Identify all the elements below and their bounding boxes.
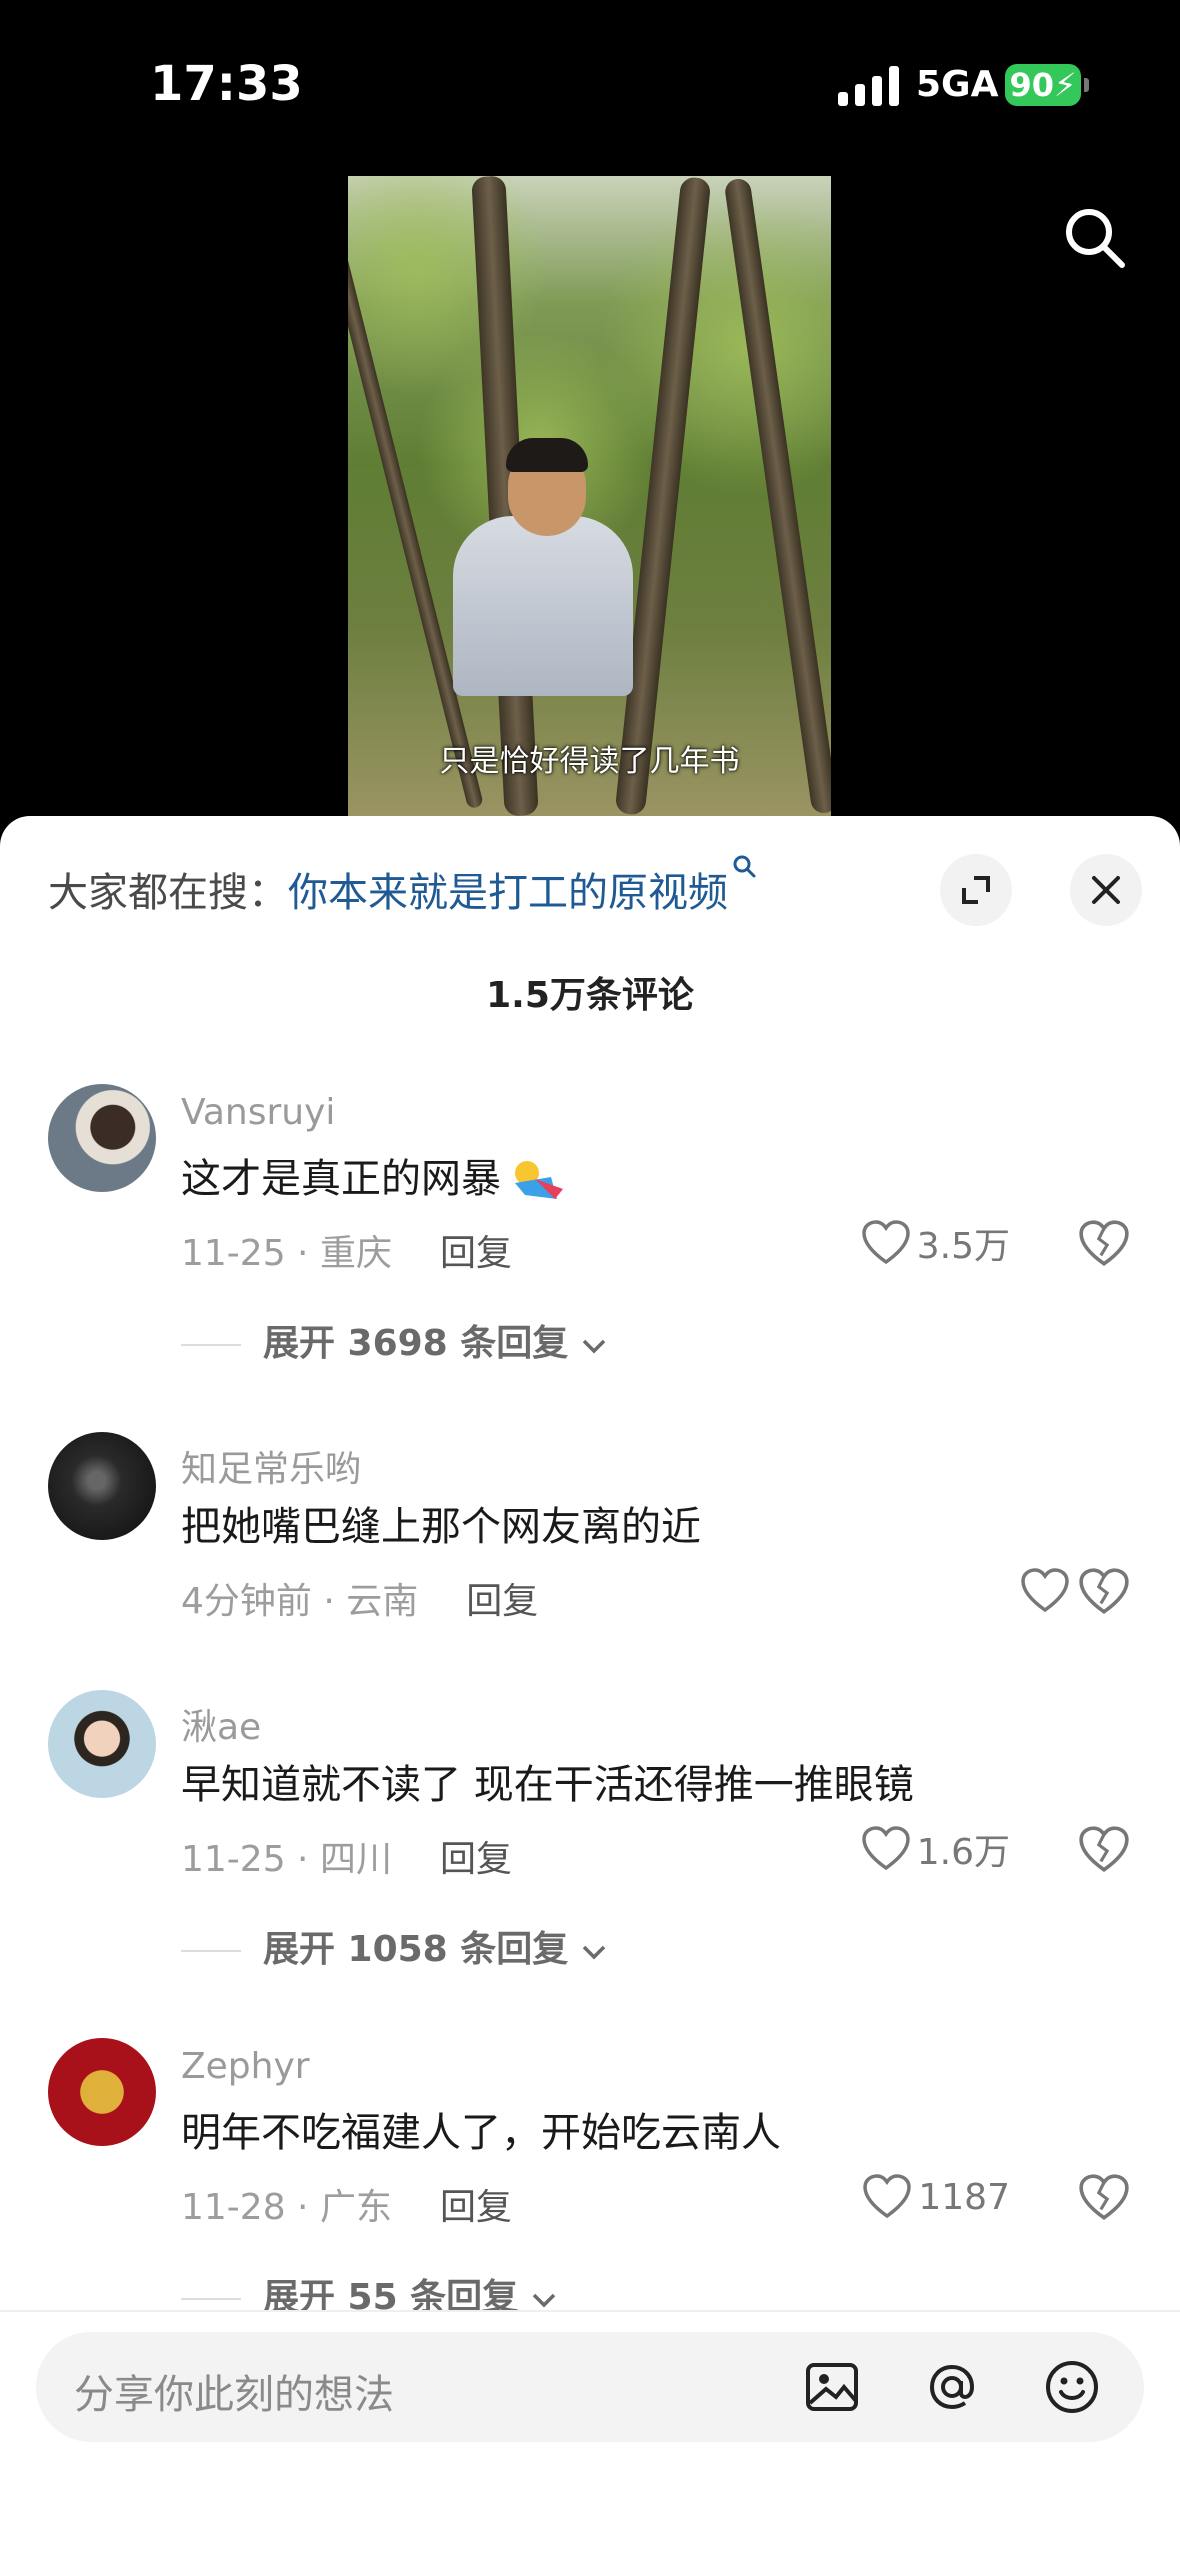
chevron-down-icon xyxy=(532,2293,555,2308)
broken-heart-icon[interactable] xyxy=(1078,1566,1130,1618)
comment-text: 明年不吃福建人了，开始吃云南人 xyxy=(181,2110,781,2156)
comment-username[interactable]: Vansruyi xyxy=(181,1092,335,1133)
person-figure xyxy=(453,516,633,696)
heart-icon xyxy=(1021,1568,1069,1613)
reply-button[interactable]: 回复 xyxy=(466,1581,538,1622)
comment-item: Zephyr 明年不吃福建人了，开始吃云南人 11-28 · 广东 回复 1187… xyxy=(0,2038,1180,2338)
image-icon[interactable] xyxy=(802,2357,862,2417)
heart-icon xyxy=(863,2174,912,2219)
comment-text: 早知道就不读了 现在干活还得推一推眼镜 xyxy=(181,1762,914,1808)
broken-heart-icon[interactable] xyxy=(1078,1218,1130,1270)
broken-heart-icon[interactable] xyxy=(1078,1824,1130,1876)
comment-username[interactable]: Zephyr xyxy=(181,2046,310,2087)
suggestion-label: 大家都在搜： xyxy=(48,870,288,916)
avatar[interactable] xyxy=(48,2038,156,2146)
small-search-icon xyxy=(733,855,756,878)
search-icon[interactable] xyxy=(1060,203,1130,273)
comment-meta: 11-25 · 四川 回复 xyxy=(181,1839,512,1880)
like-button[interactable]: 3.5万 xyxy=(861,1216,1010,1270)
video-player[interactable]: 只是恰好得读了几年书 xyxy=(348,176,831,816)
comment-meta: 11-25 · 重庆 回复 xyxy=(181,1233,512,1274)
like-count: 1.6万 xyxy=(916,1832,1010,1873)
signal-icon xyxy=(838,66,900,106)
expand-replies[interactable]: 展开 3698 条回复 xyxy=(181,1314,607,1366)
suggestion-query[interactable]: 你本来就是打工的原视频 xyxy=(288,870,728,916)
comment-item: 湫ae 早知道就不读了 现在干活还得推一推眼镜 11-25 · 四川 回复 1.6… xyxy=(0,1690,1180,1990)
comment-meta: 4分钟前 · 云南 回复 xyxy=(181,1581,539,1622)
like-count: 1187 xyxy=(918,2176,1010,2218)
broken-heart-icon[interactable] xyxy=(1078,2172,1130,2224)
comments-count: 1.5万条评论 xyxy=(486,975,694,1016)
video-caption: 只是恰好得读了几年书 xyxy=(439,744,740,779)
like-button[interactable] xyxy=(1020,1564,1070,1618)
comment-username[interactable]: 知足常乐哟 xyxy=(181,1440,361,1492)
comment-text: 把她嘴巴缝上那个网友离的近 xyxy=(181,1504,701,1550)
search-suggestion[interactable]: 大家都在搜：你本来就是打工的原视频 xyxy=(48,855,756,918)
close-icon xyxy=(1092,876,1120,904)
comment-username[interactable]: 湫ae xyxy=(181,1698,261,1750)
comment-input[interactable]: 分享你此刻的想法 xyxy=(36,2332,1144,2442)
status-bar: 17:33 5GA 90⚡ xyxy=(0,0,1180,170)
comment-input-bar: 分享你此刻的想法 xyxy=(0,2310,1180,2556)
avatar[interactable] xyxy=(48,1084,156,1192)
expand-replies[interactable]: 展开 1058 条回复 xyxy=(181,1920,607,1972)
network-label: 5GA xyxy=(916,64,999,105)
heart-icon xyxy=(861,1826,910,1871)
like-button[interactable]: 1.6万 xyxy=(861,1822,1010,1876)
comment-sheet: 大家都在搜：你本来就是打工的原视频 1.5万条评论 Vansruyi 这才是真正… xyxy=(0,816,1180,2556)
chevron-down-icon xyxy=(582,1339,606,1354)
status-time: 17:33 xyxy=(150,56,303,112)
battery-icon: 90⚡ xyxy=(1005,64,1089,106)
close-button[interactable] xyxy=(1070,854,1142,926)
battery-level: 90 xyxy=(1009,66,1055,104)
avatar[interactable] xyxy=(48,1690,156,1798)
like-count: 3.5万 xyxy=(916,1226,1010,1267)
expand-button[interactable] xyxy=(940,854,1012,926)
heart-icon xyxy=(861,1220,910,1265)
reply-button[interactable]: 回复 xyxy=(440,2187,512,2228)
expand-icon xyxy=(962,876,990,904)
at-icon[interactable] xyxy=(922,2357,982,2417)
avatar[interactable] xyxy=(48,1432,156,1540)
comment-meta: 11-28 · 广东 回复 xyxy=(181,2187,512,2228)
comment-text: 这才是真正的网暴 xyxy=(181,1146,565,1204)
sticker-emoji-icon xyxy=(515,1161,563,1199)
chevron-down-icon xyxy=(582,1945,606,1960)
smiley-icon[interactable] xyxy=(1042,2357,1102,2417)
comment-item: 知足常乐哟 把她嘴巴缝上那个网友离的近 4分钟前 · 云南 回复 xyxy=(0,1432,1180,1732)
reply-button[interactable]: 回复 xyxy=(440,1839,512,1880)
reply-button[interactable]: 回复 xyxy=(440,1233,512,1274)
input-placeholder: 分享你此刻的想法 xyxy=(74,2372,394,2418)
like-button[interactable]: 1187 xyxy=(862,2170,1010,2224)
comment-item: Vansruyi 这才是真正的网暴 11-25 · 重庆 回复 3.5万 展开 3… xyxy=(0,1084,1180,1384)
